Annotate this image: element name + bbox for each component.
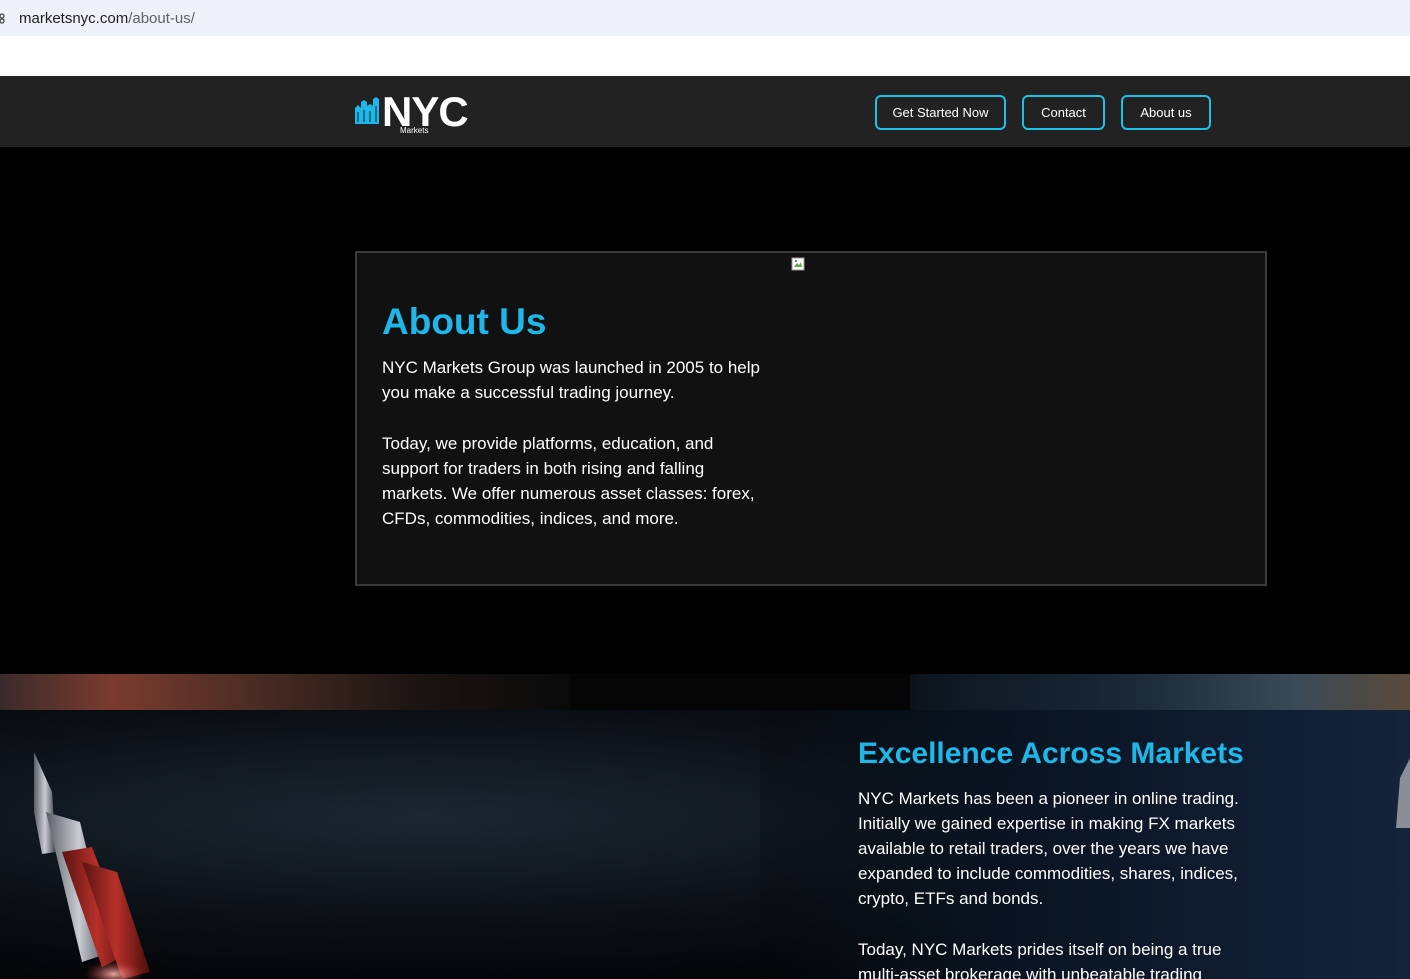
get-started-button[interactable]: Get Started Now [875,95,1006,130]
url-text[interactable]: marketsnyc.com/about-us/ [19,10,195,27]
excellence-title: Excellence Across Markets [858,737,1244,770]
hero-image-band [0,674,1410,710]
about-paragraph-2: Today, we provide platforms, education, … [382,434,755,528]
url-host: marketsnyc.com [19,10,129,27]
url-path: /about-us/ [128,10,195,27]
logo-subtitle: Markets [400,126,429,135]
about-paragraph-1: NYC Markets Group was launched in 2005 t… [382,358,760,402]
excellence-paragraph-1: NYC Markets has been a pioneer in online… [858,789,1239,908]
browser-address-bar[interactable]: marketsnyc.com/about-us/ [0,0,1410,36]
excellence-paragraph-2: Today, NYC Markets prides itself on bein… [858,940,1222,979]
rocket-image [34,752,150,979]
about-us-button[interactable]: About us [1121,95,1211,130]
skyline-logo-icon [355,97,379,124]
about-card: About Us NYC Markets Group was launched … [355,251,1267,586]
broken-image-icon [791,257,805,271]
about-title: About Us [382,301,547,342]
rocket-image-right [1396,758,1410,828]
nyc-logo[interactable]: NYC Markets [354,88,484,136]
site-header: NYC Markets Get Started Now Contact Abou… [0,76,1410,147]
page-top-strip [0,36,1410,76]
contact-button[interactable]: Contact [1022,95,1105,130]
site-info-icon[interactable] [0,12,8,24]
